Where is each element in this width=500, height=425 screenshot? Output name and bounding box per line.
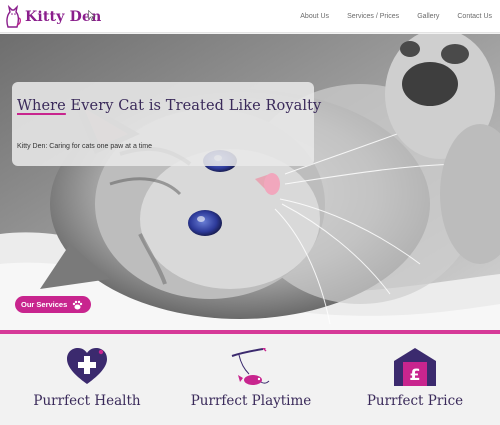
feature-price: £ Purrfect Price [332, 334, 498, 425]
feature-playtime: Purrfect Playtime [168, 334, 334, 425]
our-services-button[interactable]: Our Services [15, 296, 92, 313]
hero-subtitle: Kitty Den: Caring for cats one paw at a … [17, 143, 153, 150]
main-nav: About Us Services / Prices Gallery Conta… [282, 0, 492, 33]
feature-health-title: Purrfect Health [33, 393, 141, 409]
nav-link-gallery[interactable]: Gallery [417, 13, 439, 20]
svg-text:£: £ [409, 365, 420, 384]
feature-price-title: Purrfect Price [366, 393, 464, 409]
hero-tagline-card: Where Every Cat is Treated Like Royalty … [12, 82, 321, 166]
heart-cross-icon [67, 348, 107, 384]
paw-icon [73, 300, 83, 309]
nav-link-about-us[interactable]: About Us [300, 13, 329, 20]
nav-link-contact-us[interactable]: Contact Us [457, 13, 492, 20]
cat-toy-wand-icon [231, 348, 270, 385]
hero-banner: Where Every Cat is Treated Like Royalty … [0, 34, 500, 330]
feature-health: Purrfect Health [4, 334, 170, 425]
hero-headline-lead: Where [17, 98, 66, 114]
hero-headline-rest: Every Cat is Treated Like Royalty [65, 98, 322, 114]
mouse-cursor-icon [88, 10, 96, 21]
pound-house-icon: £ [394, 348, 436, 386]
hero-cat-photo [0, 34, 500, 330]
hero-headline: Where Every Cat is Treated Like Royalty [17, 98, 321, 114]
our-services-label: Our Services [21, 300, 68, 309]
brand-logo[interactable]: Kitty Den [4, 4, 101, 29]
nav-link-services-prices[interactable]: Services / Prices [347, 13, 399, 20]
feature-playtime-title: Purrfect Playtime [190, 393, 312, 409]
features-section: Purrfect Health Purrfect Playtime £ Purr… [0, 334, 500, 425]
top-navbar: Kitty Den About Us Services / Prices Gal… [0, 0, 500, 33]
cat-logo-icon [6, 4, 21, 28]
